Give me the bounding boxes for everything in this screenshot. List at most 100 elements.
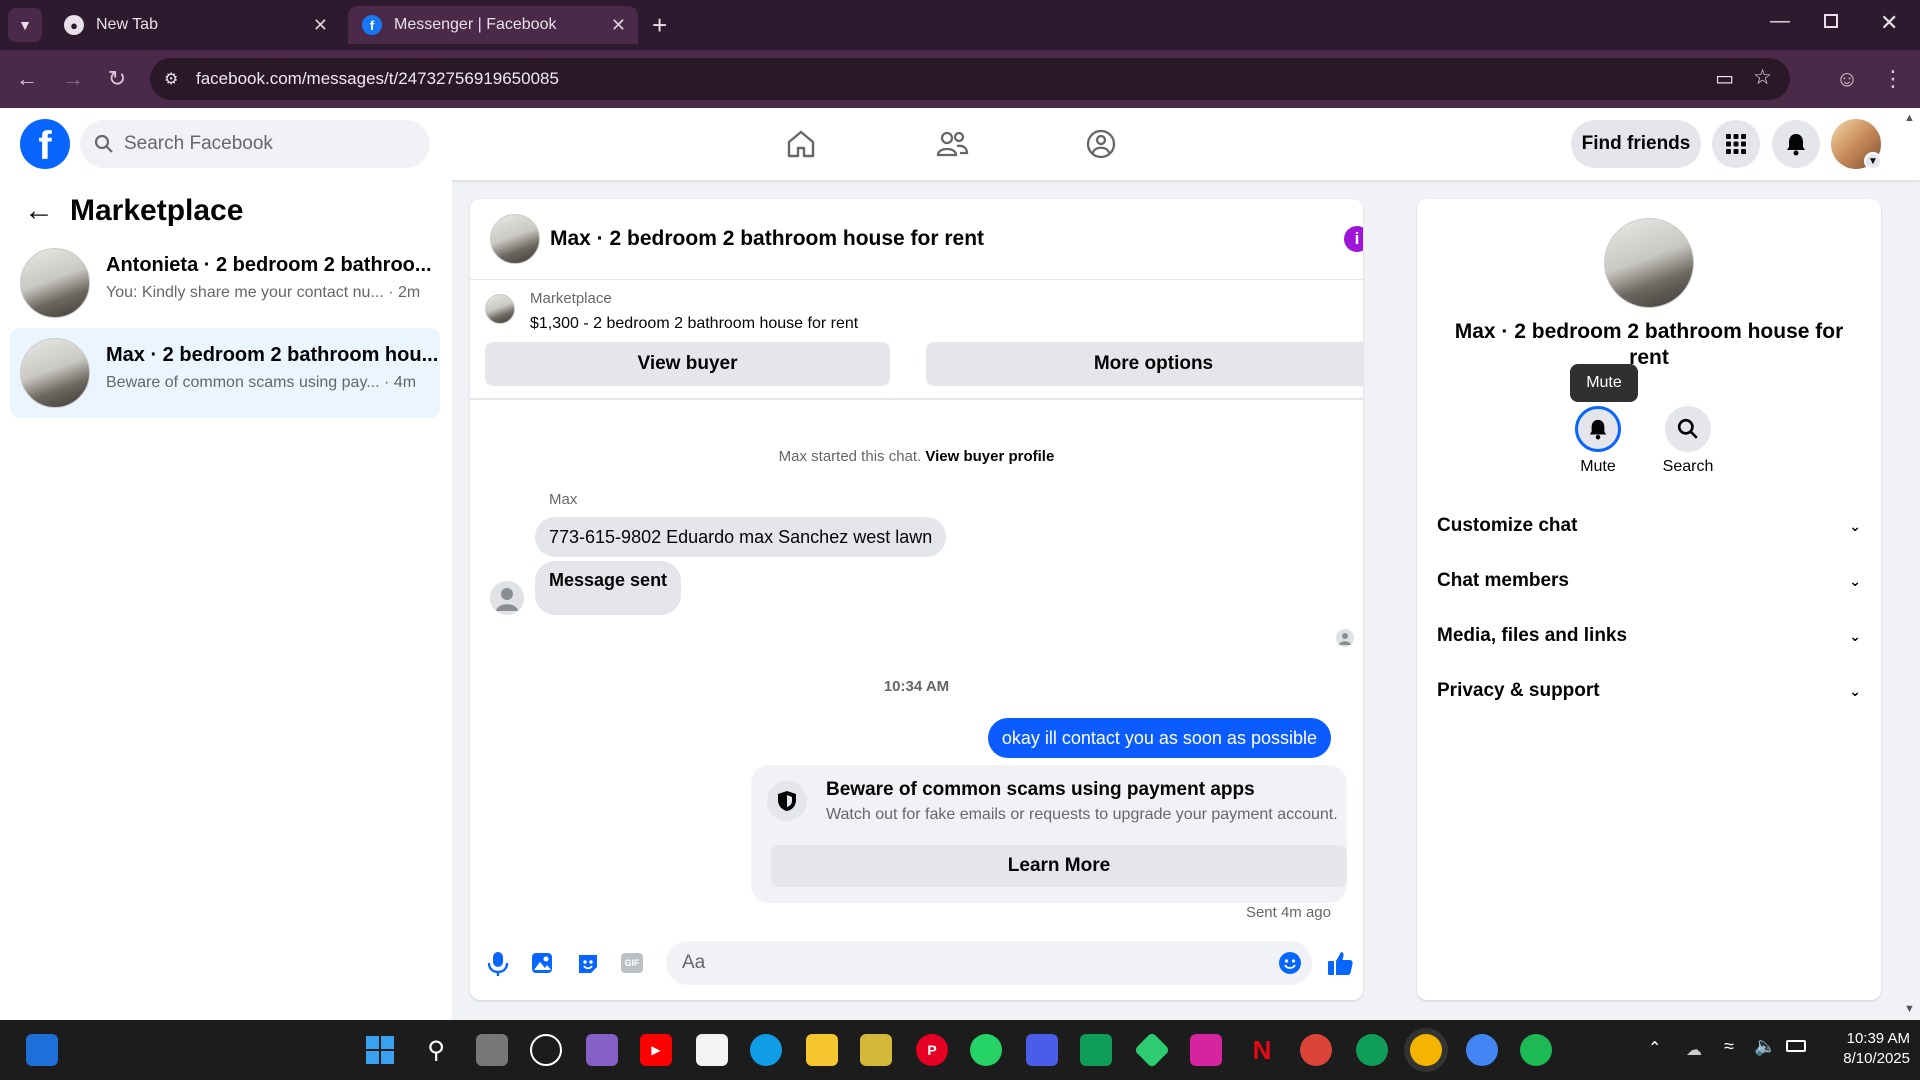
chat-members-section[interactable]: Chat members ⌄ bbox=[1437, 561, 1861, 601]
pinterest-icon[interactable]: P bbox=[916, 1034, 948, 1066]
gif-icon[interactable]: GIF bbox=[621, 953, 643, 973]
chrome-active-icon[interactable] bbox=[1410, 1034, 1442, 1066]
file-explorer-icon[interactable] bbox=[806, 1034, 838, 1066]
person-icon bbox=[496, 588, 518, 611]
visual-studio-icon[interactable] bbox=[586, 1034, 618, 1066]
tab-title: New Tab bbox=[96, 16, 158, 33]
mute-label: Mute bbox=[1580, 458, 1616, 475]
bell-icon bbox=[1787, 134, 1805, 156]
tab-new-tab[interactable]: ● New Tab ✕ bbox=[50, 6, 340, 44]
view-buyer-profile-link[interactable]: View buyer profile bbox=[925, 448, 1054, 465]
more-options-button[interactable]: More options bbox=[926, 342, 1363, 386]
chevron-down-icon: ⌄ bbox=[1849, 572, 1861, 589]
conversation-item-max[interactable]: Max · 2 bedroom 2 bathroom hou... Beware… bbox=[10, 328, 440, 418]
chat-title: Max · 2 bedroom 2 bathroom house for ren… bbox=[550, 227, 985, 250]
tab-search-button[interactable]: ▼ bbox=[8, 8, 42, 42]
listing-label: Marketplace bbox=[530, 290, 612, 307]
menu-grid-button[interactable] bbox=[1712, 120, 1760, 168]
view-buyer-button[interactable]: View buyer bbox=[485, 342, 890, 386]
chrome-profile-icon[interactable] bbox=[1466, 1034, 1498, 1066]
conversation-item-antonieta[interactable]: Antonieta · 2 bedroom 2 bathroo... You: … bbox=[10, 238, 440, 328]
details-avatar[interactable] bbox=[1604, 218, 1694, 308]
youtube-icon[interactable]: ▶ bbox=[640, 1034, 672, 1066]
spotify-icon[interactable] bbox=[1520, 1034, 1552, 1066]
back-icon[interactable]: ← bbox=[12, 64, 42, 94]
edge-icon[interactable] bbox=[750, 1034, 782, 1066]
search-conversation-button[interactable] bbox=[1665, 406, 1711, 452]
customize-chat-section[interactable]: Customize chat ⌄ bbox=[1437, 506, 1861, 546]
volume-icon[interactable]: 🔈 bbox=[1754, 1036, 1776, 1057]
url-input[interactable]: ⚙ facebook.com/messages/t/24732756919650… bbox=[150, 58, 1790, 100]
my-message-bubble[interactable]: okay ill contact you as soon as possible bbox=[987, 718, 1331, 758]
whatsapp-icon[interactable] bbox=[970, 1034, 1002, 1066]
battery-icon[interactable] bbox=[1786, 1040, 1806, 1052]
chat-details-panel: Max · 2 bedroom 2 bathroom house for ren… bbox=[1417, 199, 1881, 1000]
task-view-icon[interactable] bbox=[476, 1034, 508, 1066]
photos-icon[interactable] bbox=[860, 1034, 892, 1066]
instagram-icon[interactable] bbox=[1190, 1034, 1222, 1066]
page-scroll-down-icon[interactable]: ▼ bbox=[1904, 1003, 1915, 1015]
play-store-icon[interactable] bbox=[1080, 1034, 1112, 1066]
mute-button[interactable] bbox=[1575, 406, 1621, 452]
sender-avatar[interactable] bbox=[490, 581, 524, 615]
conversation-title: Antonieta · 2 bedroom 2 bathroo... bbox=[106, 254, 432, 276]
install-app-icon[interactable]: ▭ bbox=[1715, 66, 1734, 91]
friends-icon[interactable] bbox=[935, 128, 969, 160]
notifications-button[interactable] bbox=[1772, 120, 1820, 168]
netflix-icon[interactable]: N bbox=[1246, 1034, 1278, 1066]
privacy-support-section[interactable]: Privacy & support ⌄ bbox=[1437, 671, 1861, 711]
chrome-profile-icon[interactable] bbox=[1300, 1034, 1332, 1066]
start-icon[interactable] bbox=[364, 1034, 396, 1066]
tray-chevron-up-icon[interactable]: ⌃ bbox=[1648, 1038, 1661, 1058]
forward-icon[interactable]: → bbox=[58, 64, 88, 94]
page-scroll-up-icon[interactable]: ▲ bbox=[1904, 112, 1915, 124]
photo-icon[interactable] bbox=[531, 952, 553, 974]
profile-icon[interactable]: ☺ bbox=[1832, 64, 1862, 94]
url-text: facebook.com/messages/t/2473275691965008… bbox=[196, 69, 559, 88]
message-bubble[interactable]: Message sent bbox=[535, 561, 682, 615]
account-chevron-icon[interactable]: ▼ bbox=[1864, 152, 1882, 170]
sticker-icon[interactable] bbox=[576, 952, 600, 976]
search-input[interactable]: Search Facebook bbox=[80, 120, 430, 168]
close-tab-icon[interactable]: ✕ bbox=[611, 15, 626, 36]
home-icon[interactable] bbox=[785, 128, 817, 160]
close-window-icon[interactable]: ✕ bbox=[1880, 10, 1898, 36]
tab-messenger[interactable]: f Messenger | Facebook ✕ bbox=[348, 6, 638, 44]
chat-header-avatar[interactable] bbox=[490, 214, 540, 264]
bookmark-star-icon[interactable]: ☆ bbox=[1753, 65, 1772, 90]
message-bubble[interactable]: 773-615-9802 Eduardo max Sanchez west la… bbox=[535, 517, 947, 557]
facebook-logo-icon[interactable]: f bbox=[20, 119, 70, 169]
conversation-snippet: Beware of common scams using pay... · 4m bbox=[106, 374, 417, 391]
info-icon[interactable]: i bbox=[1344, 226, 1363, 252]
microphone-icon[interactable] bbox=[487, 951, 509, 977]
menu-kebab-icon[interactable]: ⋮ bbox=[1878, 64, 1908, 94]
reload-icon[interactable]: ↻ bbox=[102, 64, 132, 94]
find-friends-button[interactable]: Find friends bbox=[1571, 120, 1701, 168]
sidebar-title: Marketplace bbox=[70, 194, 244, 227]
thumbs-up-icon[interactable] bbox=[1326, 949, 1354, 977]
chrome-profile-icon[interactable] bbox=[1356, 1034, 1388, 1066]
back-arrow-icon[interactable]: ← bbox=[24, 194, 54, 228]
listing-thumbnail[interactable] bbox=[485, 294, 515, 324]
conversation-list: ← Marketplace Antonieta · 2 bedroom 2 ba… bbox=[0, 180, 452, 1020]
copilot-icon[interactable] bbox=[1026, 1034, 1058, 1066]
minimize-icon[interactable]: — bbox=[1770, 10, 1790, 33]
search-icon[interactable]: ⚲ bbox=[420, 1034, 452, 1066]
scam-warning-card: Beware of common scams using payment app… bbox=[751, 765, 1347, 903]
learn-more-button[interactable]: Learn More bbox=[771, 845, 1347, 887]
groups-icon[interactable] bbox=[1085, 128, 1117, 160]
microsoft-store-icon[interactable] bbox=[696, 1034, 728, 1066]
site-info-icon[interactable]: ⚙ bbox=[164, 69, 178, 89]
wifi-icon[interactable]: ≈ bbox=[1724, 1036, 1734, 1057]
restore-icon[interactable] bbox=[1824, 14, 1838, 28]
chatgpt-icon[interactable] bbox=[530, 1034, 562, 1066]
clock[interactable]: 10:39 AM 8/10/2025 bbox=[1820, 1029, 1910, 1069]
app-diamond-icon[interactable] bbox=[1133, 1031, 1171, 1069]
widgets-icon[interactable] bbox=[26, 1034, 58, 1066]
media-files-links-section[interactable]: Media, files and links ⌄ bbox=[1437, 616, 1861, 656]
emoji-icon[interactable] bbox=[1278, 951, 1302, 975]
onedrive-icon[interactable]: ☁ bbox=[1686, 1040, 1702, 1060]
close-tab-icon[interactable]: ✕ bbox=[313, 15, 328, 36]
new-tab-button[interactable]: + bbox=[652, 10, 667, 41]
message-input[interactable]: Aa bbox=[666, 941, 1312, 985]
